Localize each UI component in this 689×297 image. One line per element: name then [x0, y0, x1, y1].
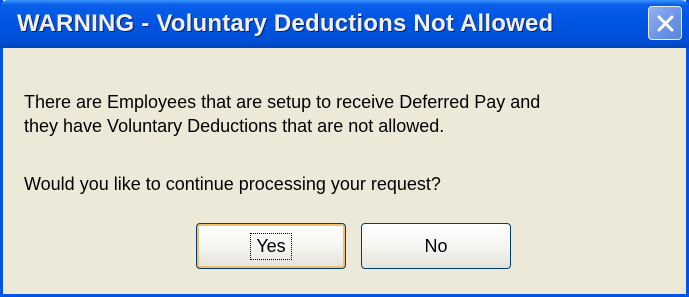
- yes-button-label: Yes: [250, 232, 292, 260]
- dialog-message: There are Employees that are setup to re…: [24, 90, 684, 138]
- message-line-1: There are Employees that are setup to re…: [24, 92, 541, 112]
- dialog-title: WARNING - Voluntary Deductions Not Allow…: [17, 10, 554, 37]
- message-line-2: they have Voluntary Deductions that are …: [24, 116, 445, 136]
- no-button[interactable]: No: [361, 223, 511, 269]
- no-button-label: No: [424, 235, 448, 256]
- yes-button[interactable]: Yes: [196, 223, 346, 269]
- close-button[interactable]: [648, 6, 682, 40]
- title-bar[interactable]: WARNING - Voluntary Deductions Not Allow…: [0, 0, 689, 48]
- warning-dialog: WARNING - Voluntary Deductions Not Allow…: [0, 0, 689, 297]
- close-icon: [657, 15, 674, 32]
- dialog-question: Would you like to continue processing yo…: [24, 174, 441, 194]
